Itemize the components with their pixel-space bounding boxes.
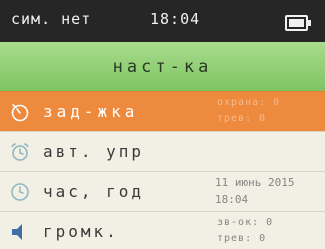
menu-item-alarm[interactable]: зад-жка охрана: 0 трев: 0 (0, 91, 325, 131)
menu-item-value: трев: 0 (217, 233, 267, 244)
menu-item-datetime[interactable]: час, год 11 июнь 2015 18:04 (0, 171, 325, 211)
alarm-clock-icon (11, 143, 29, 161)
menu-item-value: трев: 0 (217, 113, 267, 124)
menu-item-label: зад-жка (43, 102, 139, 121)
menu-item-auto[interactable]: авт. упр (0, 131, 325, 171)
speaker-icon (12, 224, 22, 240)
page-title: наст-ка (112, 57, 213, 77)
menu-item-value: 11 июнь 2015 (215, 176, 295, 189)
battery-full-icon (285, 15, 311, 31)
device-screen: сим. нет 18:04 наст-ка зад-жка охрана: 0… (0, 0, 325, 249)
status-bar: сим. нет 18:04 (0, 0, 325, 42)
menu-item-value: охрана: 0 (217, 97, 281, 108)
sim-status: сим. нет (11, 10, 92, 28)
menu-item-label: час, год (43, 182, 145, 201)
status-time: 18:04 (150, 10, 201, 28)
stopwatch-icon (11, 104, 29, 122)
menu-item-value: 18:04 (215, 193, 249, 206)
menu-item-value: зв-ок: 0 (217, 217, 274, 228)
menu-item-label: авт. упр (43, 142, 145, 161)
menu-item-label: громк. (43, 222, 119, 241)
menu-item-volume[interactable]: громк. зв-ок: 0 трев: 0 (0, 211, 325, 249)
clock-icon (11, 183, 29, 201)
screen-header: наст-ка (0, 42, 325, 91)
